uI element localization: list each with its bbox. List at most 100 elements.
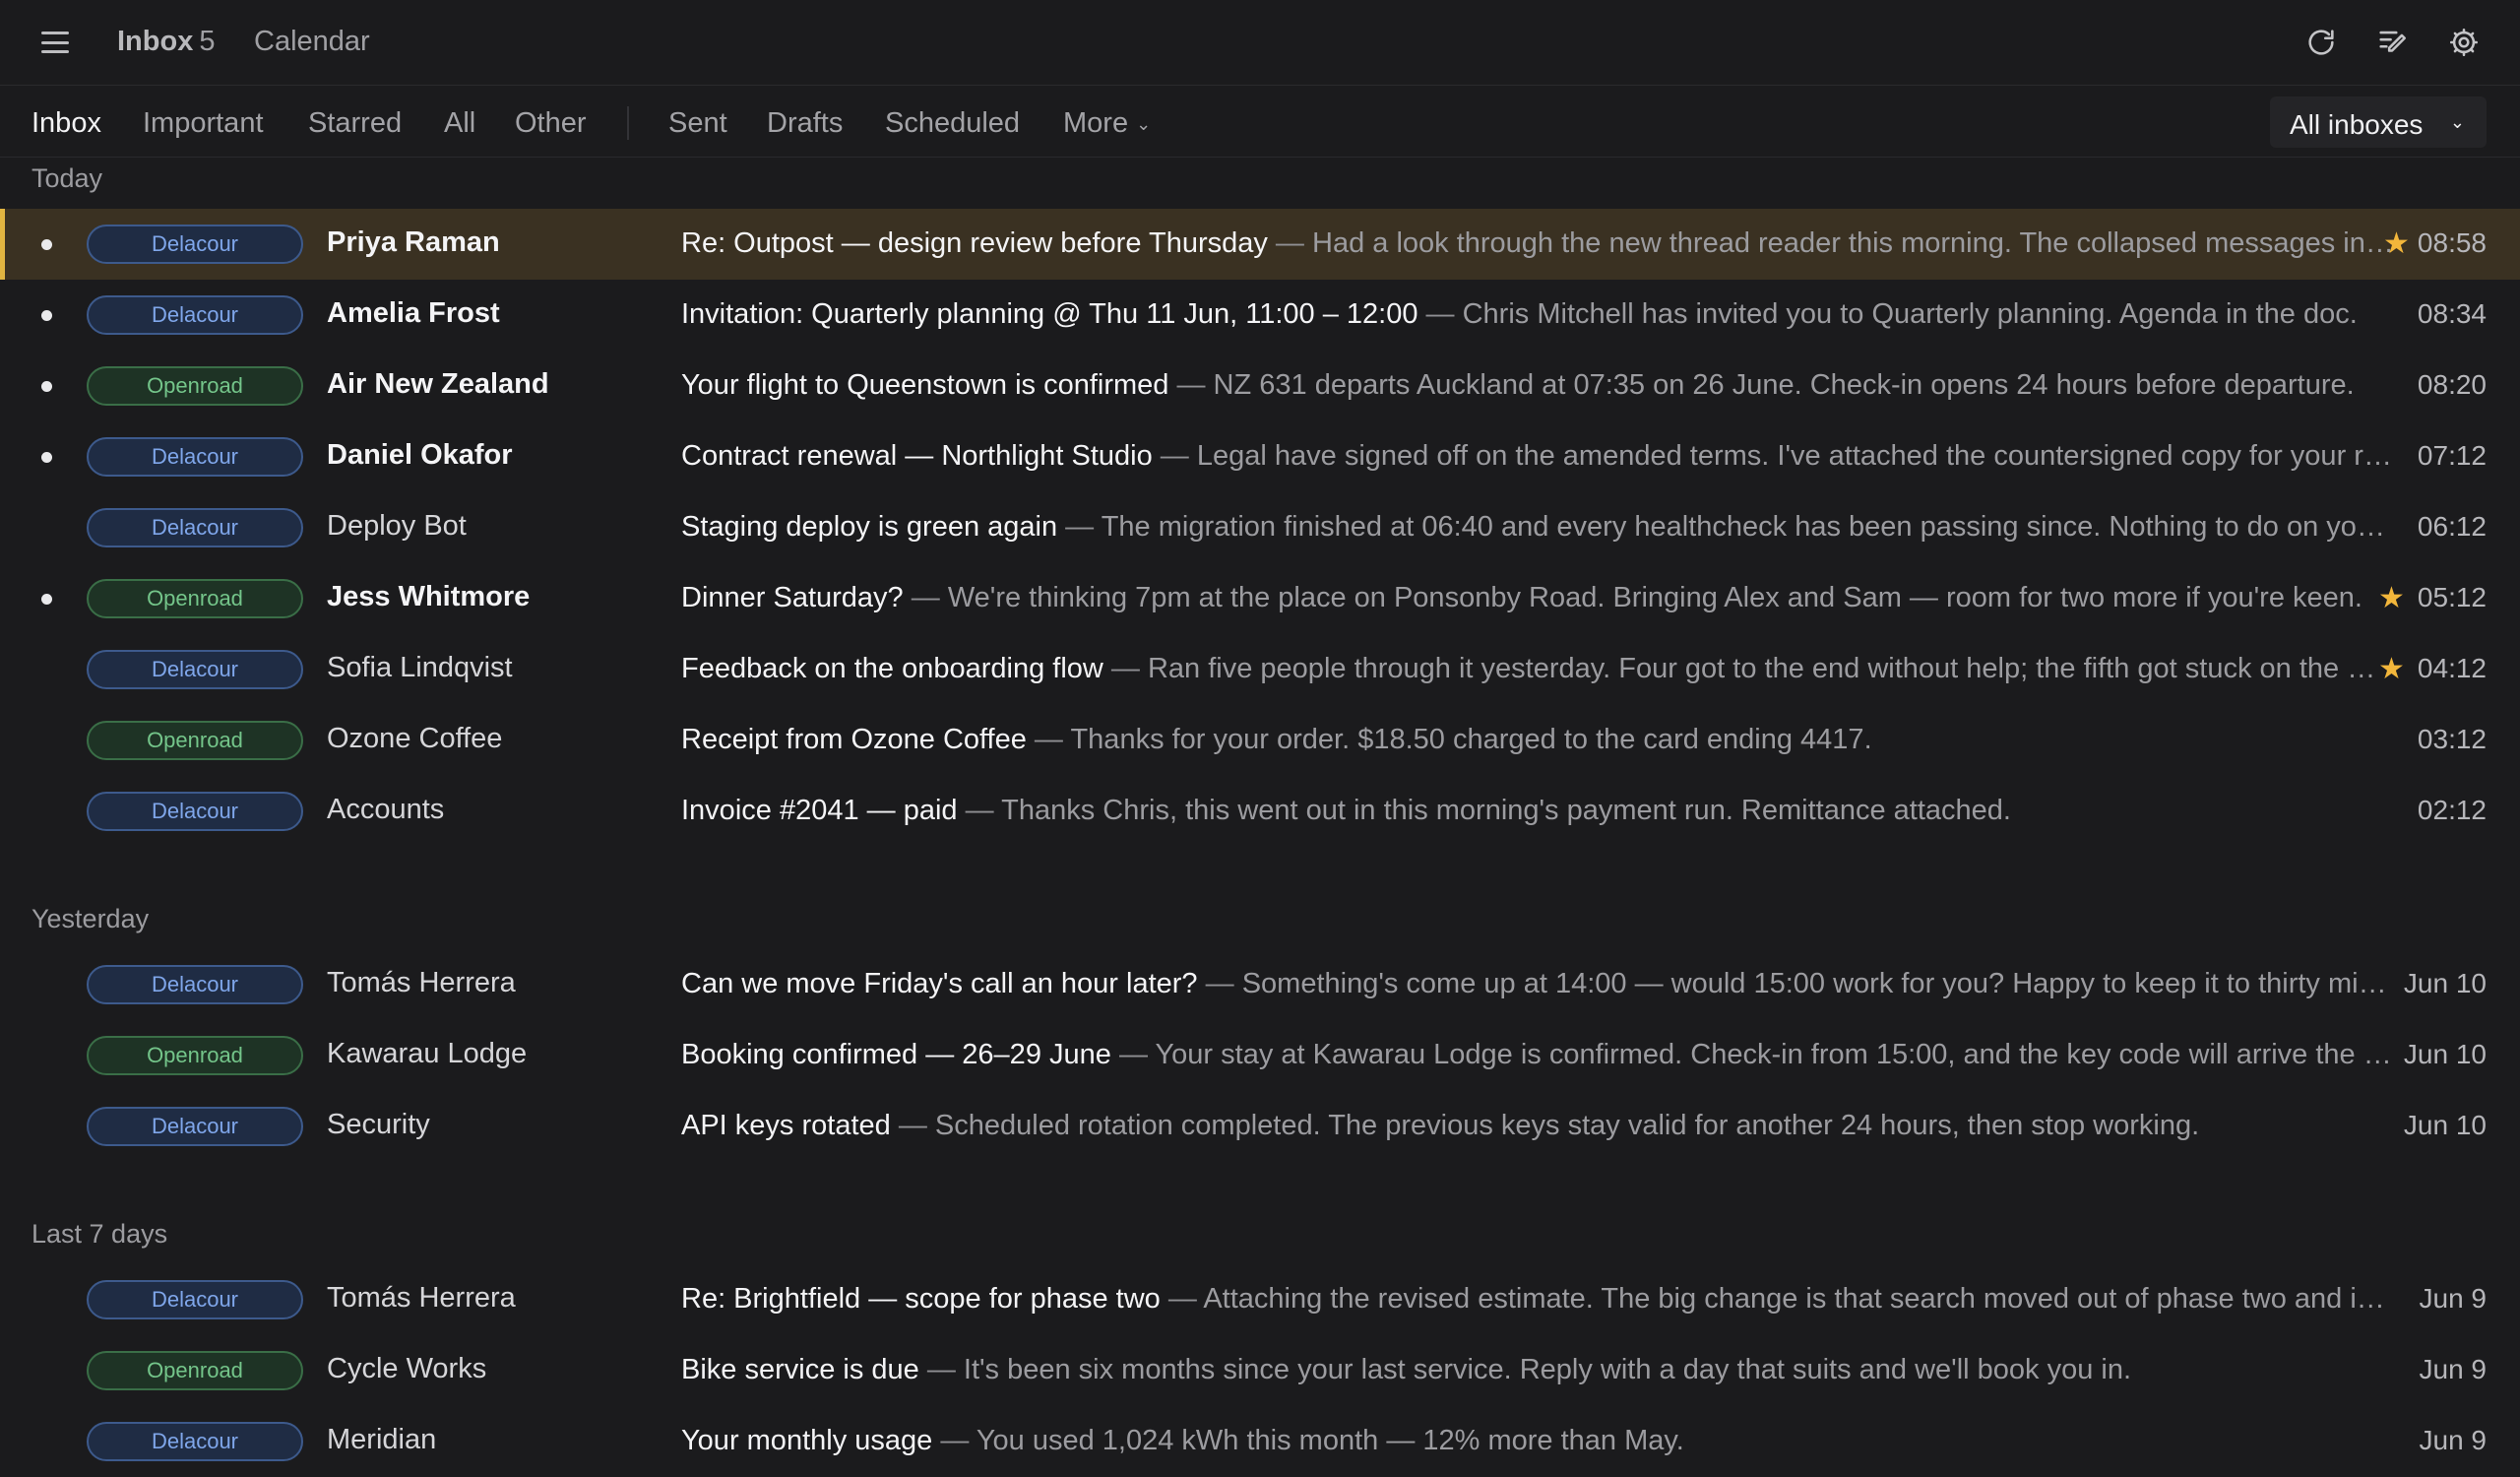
subject-line: Staging deploy is green again — The migr… [681,511,2394,544]
message-row[interactable]: Delacour Security API keys rotated — Sched… [0,1091,2520,1162]
message-time: Jun 9 [2419,1425,2488,1455]
sender-name: Ozone Coffee [327,723,503,754]
inbox-unread-count: 5 [199,26,216,57]
message-time: 07:12 [2417,440,2487,471]
nav-tab-drafts[interactable]: Drafts [767,107,843,140]
compose-icon[interactable] [2375,26,2409,59]
message-time: 03:12 [2417,724,2487,754]
message-row[interactable]: Openroad Ozone Coffee Receipt from Ozone C… [0,705,2520,776]
star-icon[interactable]: ★ [2383,226,2410,261]
subject-separator: — [1418,298,1463,330]
message-row[interactable]: Delacour Tomás Herrera Can we move Friday'… [0,949,2520,1020]
account-tag: Delacour [87,792,303,831]
message-subject: Your monthly usage [681,1425,933,1456]
sender-name: Priya Raman [327,226,500,258]
message-preview: Had a look through the new thread reader… [1312,227,2394,259]
message-preview: Attaching the revised estimate. The big … [1203,1283,2394,1315]
account-tag: Delacour [87,1107,303,1146]
account-tag: Openroad [87,1351,303,1390]
message-subject: Booking confirmed — 26–29 June [681,1039,1111,1070]
star-icon[interactable]: ★ [2378,652,2405,686]
message-time: 08:58 [2417,227,2487,258]
refresh-icon[interactable] [2304,26,2338,59]
sender-name: Sofia Lindqvist [327,652,513,683]
message-row[interactable]: Delacour Accounts Invoice #2041 — paid — T… [0,776,2520,847]
chevron-down-icon: ⌄ [1136,113,1152,134]
account-tag: Delacour [87,295,303,335]
sender-name: Kawarau Lodge [327,1038,528,1069]
message-subject: Re: Brightfield — scope for phase two [681,1283,1161,1315]
message-preview: We're thinking 7pm at the place on Ponso… [947,582,2362,613]
unread-indicator [41,381,52,392]
nav-tab-sent[interactable]: Sent [668,107,727,140]
subject-separator: — [890,1110,935,1141]
account-tag: Delacour [87,1280,303,1319]
nav-tab-scheduled[interactable]: Scheduled [885,107,1020,140]
message-preview: Thanks Chris, this went out in this morn… [1001,795,2011,826]
nav-more-menu[interactable]: More ⌄ [1063,107,1151,140]
message-row[interactable]: Openroad Cycle Works Bike service is due —… [0,1335,2520,1406]
account-tag: Delacour [87,1422,303,1461]
nav-more-label: More [1063,107,1129,139]
sender-name: Accounts [327,794,445,825]
settings-icon[interactable] [2447,26,2481,59]
message-preview: Something's come up at 14:00 — would 15:… [1241,968,2394,999]
message-time: Jun 9 [2419,1354,2488,1384]
nav-tab-inbox[interactable]: Inbox [32,107,101,140]
message-subject: Re: Outpost — design review before Thurs… [681,227,1268,259]
account-tag: Openroad [87,366,303,406]
subject-line: Dinner Saturday? — We're thinking 7pm at… [681,582,2394,614]
message-row[interactable]: Delacour Priya Raman Re: Outpost — design … [0,209,2520,280]
message-preview: It's been six months since your last ser… [963,1354,2132,1385]
message-row[interactable]: Delacour Tomás Herrera Re: Brightfield — s… [0,1264,2520,1335]
menu-icon[interactable] [39,30,71,55]
message-row[interactable]: Delacour Sofia Lindqvist Feedback on the o… [0,634,2520,705]
account-tag: Delacour [87,508,303,547]
subject-line: Your monthly usage — You used 1,024 kWh … [681,1425,2394,1457]
subject-separator: — [903,582,948,613]
account-tag: Openroad [87,721,303,760]
subject-separator: — [918,1354,964,1385]
message-time: 02:12 [2417,795,2487,825]
message-preview: Your stay at Kawarau Lodge is confirmed.… [1155,1039,2394,1070]
message-row[interactable]: Delacour Meridian Your monthly usage — You… [0,1406,2520,1477]
message-row[interactable]: Openroad Jess Whitmore Dinner Saturday? — … [0,563,2520,634]
top-calendar-tab[interactable]: Calendar [254,26,370,58]
subject-line: Bike service is due — It's been six mont… [681,1354,2394,1386]
subject-line: Invitation: Quarterly planning @ Thu 11 … [681,298,2394,331]
nav-tab-all[interactable]: All [444,107,475,140]
message-time: 08:34 [2417,298,2487,329]
subject-separator: — [1152,440,1197,472]
sender-name: Security [327,1109,430,1140]
message-preview: Ran five people through it yesterday. Fo… [1147,653,2394,684]
message-subject: API keys rotated [681,1110,891,1141]
subject-line: Booking confirmed — 26–29 June — Your st… [681,1039,2394,1071]
nav-tab-other[interactable]: Other [515,107,587,140]
message-row[interactable]: Openroad Kawarau Lodge Booking confirmed —… [0,1020,2520,1091]
subject-line: Invoice #2041 — paid — Thanks Chris, thi… [681,795,2394,827]
nav-tab-starred[interactable]: Starred [308,107,402,140]
subject-separator: — [1110,1039,1156,1070]
star-icon[interactable]: ★ [2378,581,2405,615]
message-subject: Your flight to Queenstown is confirmed [681,369,1169,401]
message-row[interactable]: Delacour Daniel Okafor Contract renewal — … [0,421,2520,492]
top-inbox-tab[interactable]: Inbox 5 [117,26,215,58]
sender-name: Tomás Herrera [327,967,516,998]
message-subject: Dinner Saturday? [681,582,904,613]
subject-line: Feedback on the onboarding flow — Ran fi… [681,653,2394,685]
message-time: 08:20 [2417,369,2487,400]
message-preview: Thanks for your order. $18.50 charged to… [1070,724,1872,755]
message-time: Jun 10 [2403,968,2487,998]
subject-separator: — [1267,227,1312,259]
subject-line: Your flight to Queenstown is confirmed —… [681,369,2394,402]
inbox-selector[interactable]: All inboxes ⌄ [2270,96,2487,148]
message-row[interactable]: Delacour Amelia Frost Invitation: Quarterl… [0,280,2520,351]
subject-separator: — [957,795,1002,826]
message-preview: Chris Mitchell has invited you to Quarte… [1462,298,2358,330]
message-time: 04:12 [2417,653,2487,683]
message-row[interactable]: Delacour Deploy Bot Staging deploy is gree… [0,492,2520,563]
message-row[interactable]: Openroad Air New Zealand Your flight to Qu… [0,351,2520,421]
nav-tab-important[interactable]: Important [143,107,264,140]
message-subject: Feedback on the onboarding flow [681,653,1103,684]
sender-name: Meridian [327,1424,437,1455]
